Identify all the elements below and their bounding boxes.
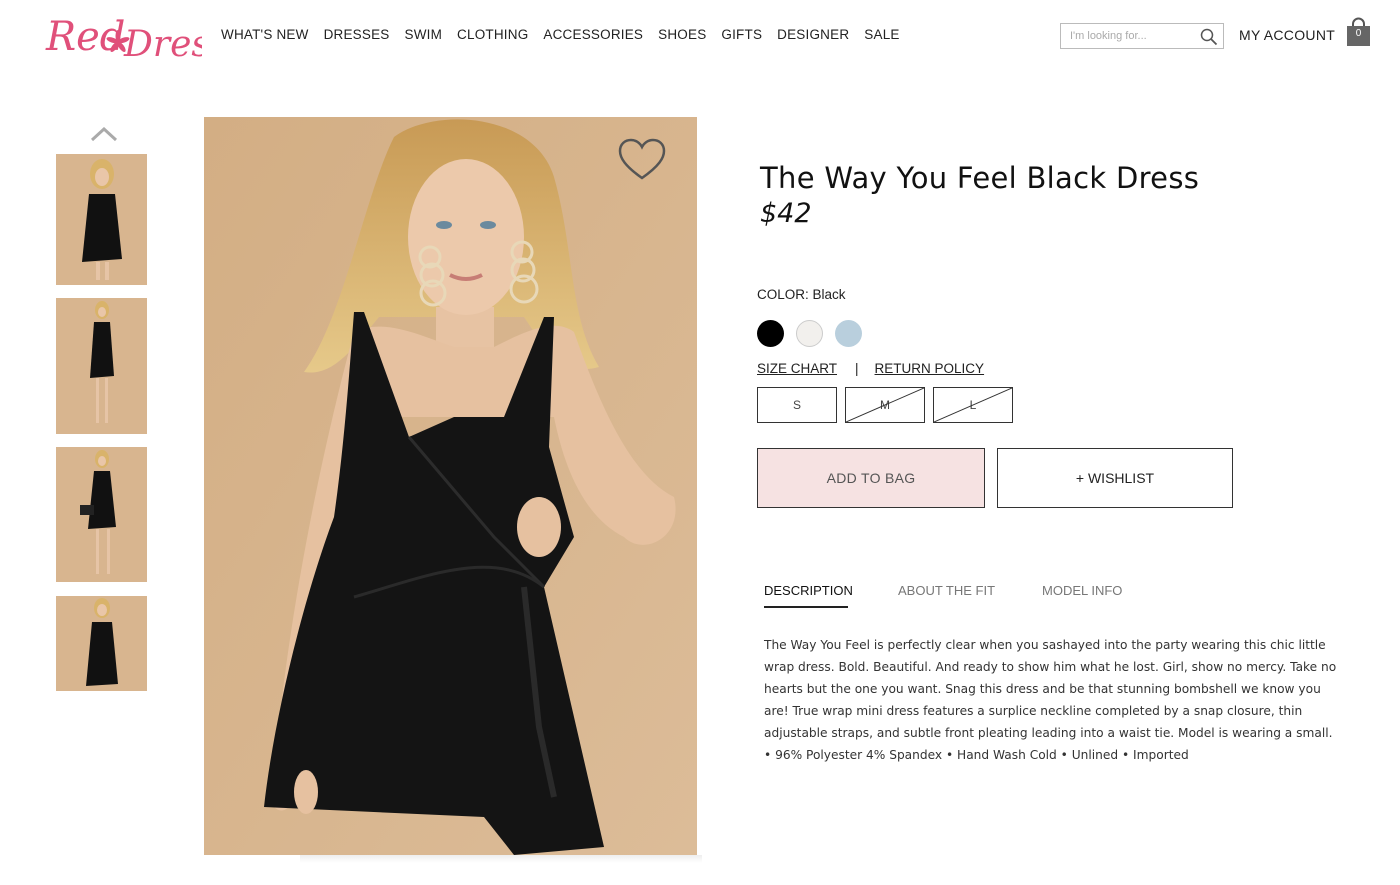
shopping-bag-button[interactable]: 0	[1346, 17, 1371, 47]
size-option-s[interactable]: S	[757, 387, 837, 423]
color-swatch-light-blue[interactable]	[835, 320, 862, 347]
size-option-m-unavailable[interactable]: M	[845, 387, 925, 423]
color-label: COLOR: Black	[757, 287, 846, 302]
nav-item-designer[interactable]: DESIGNER	[777, 27, 849, 42]
active-tab-underline	[764, 606, 848, 608]
brand-logo[interactable]: Red Dress	[44, 6, 228, 68]
search-input[interactable]	[1061, 24, 1191, 48]
nav-item-shoes[interactable]: SHOES	[658, 27, 706, 42]
thumbnail-image	[56, 596, 147, 691]
link-separator: |	[855, 361, 859, 376]
size-chart-link[interactable]: SIZE CHART	[757, 361, 837, 376]
my-account-link[interactable]: MY ACCOUNT	[1239, 27, 1335, 43]
tab-description[interactable]: DESCRIPTION	[764, 583, 853, 598]
product-main-image[interactable]	[204, 117, 697, 855]
nav-item-sale[interactable]: SALE	[864, 27, 899, 42]
unavailable-strike-icon	[934, 388, 1012, 422]
nav-item-gifts[interactable]: GIFTS	[721, 27, 762, 42]
bag-count: 0	[1355, 28, 1362, 39]
image-shadow	[300, 855, 702, 863]
color-swatch-white[interactable]	[796, 320, 823, 347]
product-photo	[204, 117, 697, 855]
svg-text:Dress: Dress	[123, 24, 202, 65]
nav-item-clothing[interactable]: CLOTHING	[457, 27, 528, 42]
product-price: $42	[760, 198, 812, 229]
color-swatch-black[interactable]	[757, 320, 784, 347]
unavailable-strike-icon	[846, 388, 924, 422]
thumbnail-1[interactable]	[56, 154, 147, 285]
tab-about-the-fit[interactable]: ABOUT THE FIT	[898, 583, 995, 598]
policy-links: SIZE CHART | RETURN POLICY	[757, 361, 984, 376]
thumbnail-image	[56, 298, 147, 434]
thumbnail-2[interactable]	[56, 298, 147, 434]
product-title: The Way You Feel Black Dress	[760, 161, 1200, 195]
product-description: The Way You Feel is perfectly clear when…	[764, 638, 1337, 762]
thumbnail-image	[56, 154, 147, 285]
brand-logo-image: Red Dress	[45, 14, 228, 65]
tab-model-info[interactable]: MODEL INFO	[1042, 583, 1122, 598]
thumbnail-4[interactable]	[56, 596, 147, 691]
thumbnail-image	[56, 447, 147, 582]
nav-item-swim[interactable]: SWIM	[405, 27, 443, 42]
svg-text:Red: Red	[45, 14, 125, 60]
nav-item-accessories[interactable]: ACCESSORIES	[543, 27, 643, 42]
nav-item-whats-new[interactable]: WHAT'S NEW	[221, 27, 309, 42]
thumbnail-3[interactable]	[56, 447, 147, 582]
main-nav: WHAT'S NEW DRESSES SWIM CLOTHING ACCESSO…	[221, 27, 915, 42]
return-policy-link[interactable]: RETURN POLICY	[875, 361, 985, 376]
search-icon[interactable]	[1200, 28, 1218, 46]
nav-item-dresses[interactable]: DRESSES	[324, 27, 390, 42]
search-box	[1060, 23, 1224, 49]
size-label: S	[792, 398, 801, 412]
add-to-bag-button[interactable]: ADD TO BAG	[757, 448, 985, 508]
chevron-up-icon[interactable]	[90, 126, 118, 142]
heart-icon[interactable]	[617, 138, 667, 182]
add-to-wishlist-button[interactable]: + WISHLIST	[997, 448, 1233, 508]
size-option-l-unavailable[interactable]: L	[933, 387, 1013, 423]
